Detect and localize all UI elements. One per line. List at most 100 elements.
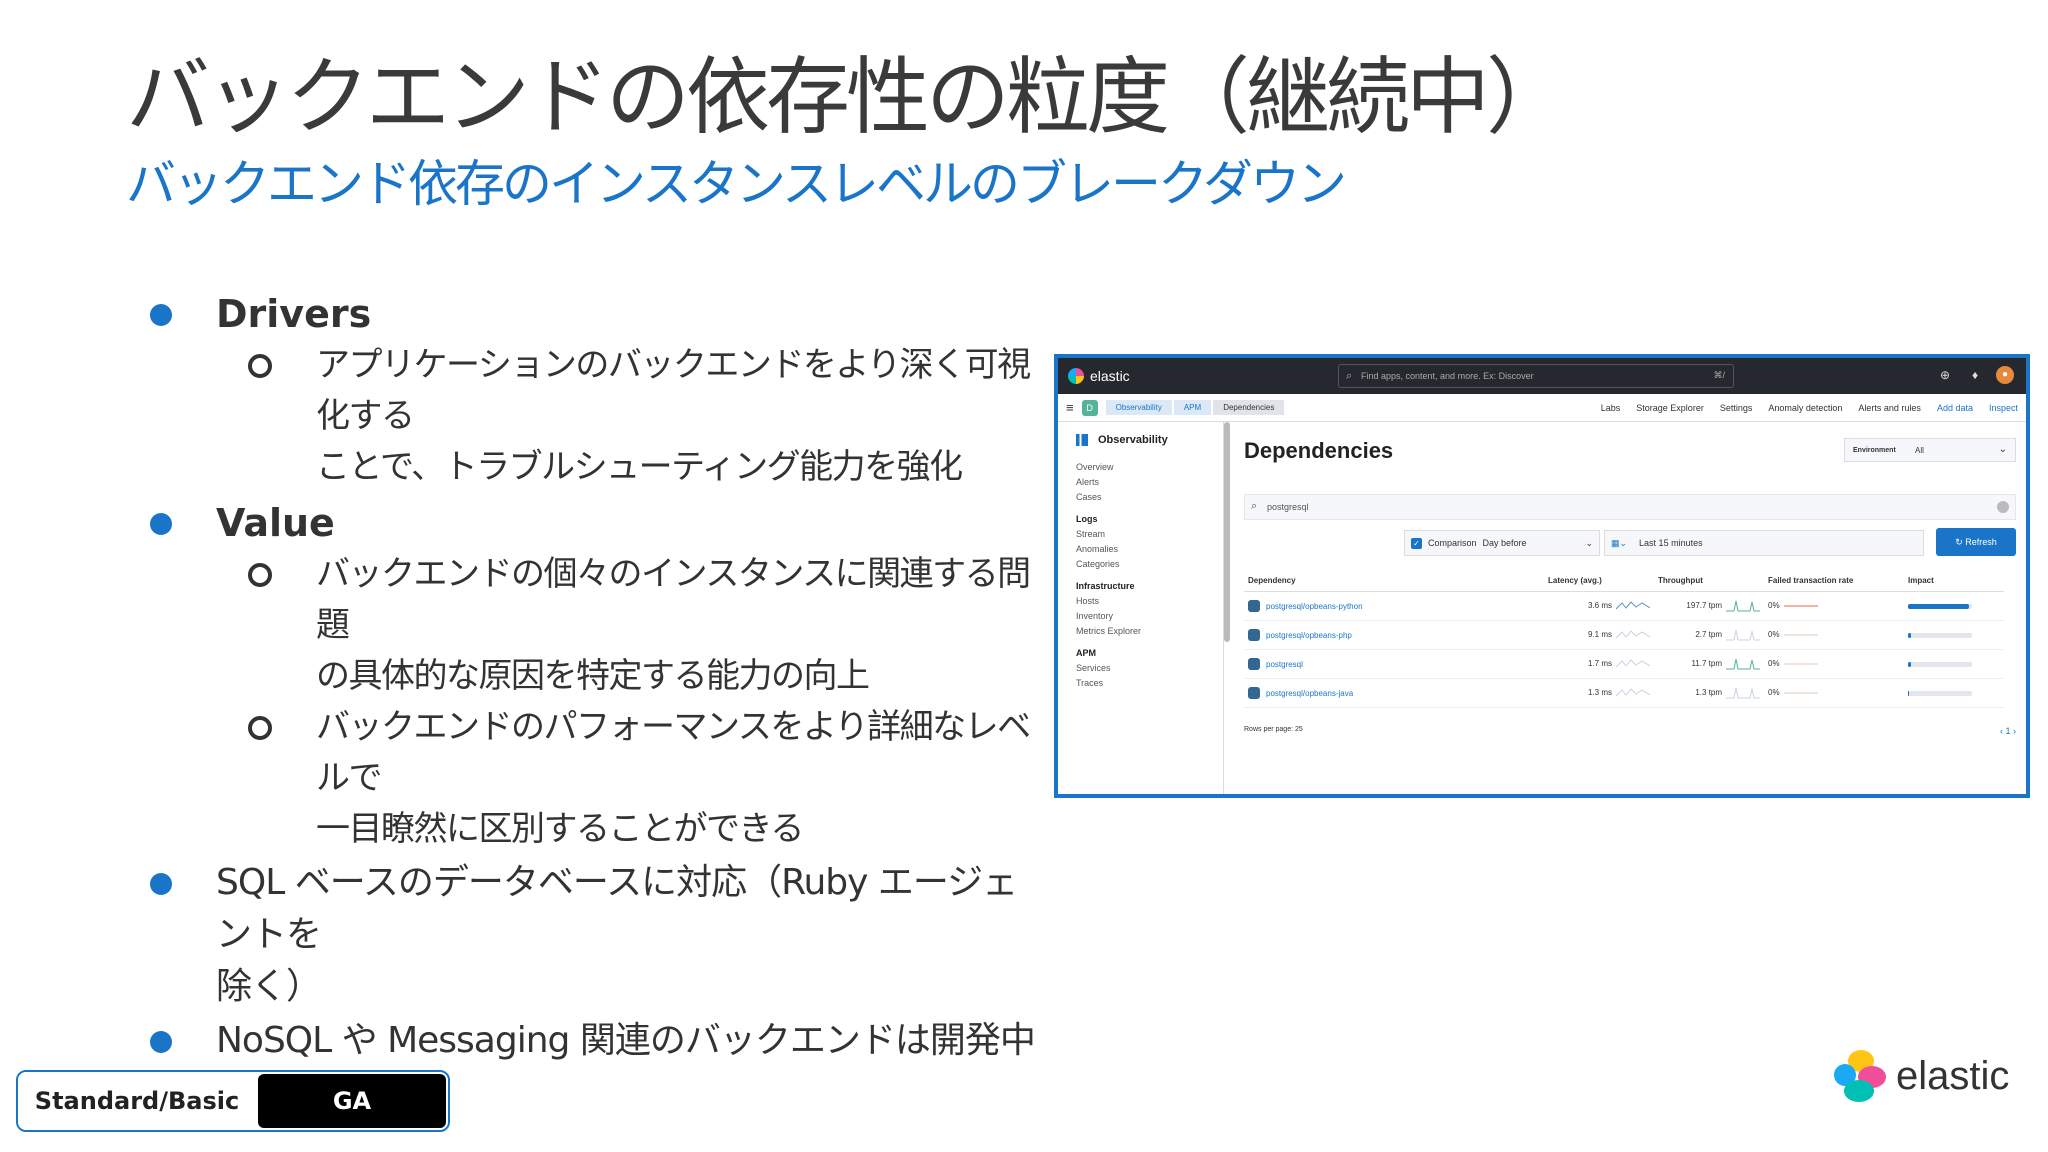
sidebar-item-services[interactable]: Services — [1076, 663, 1205, 673]
dependency-cell[interactable]: postgresql/opbeans-python — [1244, 591, 1544, 621]
impact-cell — [1904, 678, 2004, 708]
sidebar-item-alerts[interactable]: Alerts — [1076, 477, 1205, 487]
nav-add-data[interactable]: Add data — [1937, 403, 1973, 413]
elastic-brand: elastic — [1834, 1050, 2009, 1102]
throughput-sparkline — [1726, 629, 1760, 641]
avatar[interactable]: ● — [1996, 366, 2014, 384]
sub-bullet: バックエンドのパフォーマンスをより詳細なレベルで — [248, 702, 1050, 804]
nav-inspect[interactable]: Inspect — [1989, 403, 2018, 413]
impact-cell — [1904, 649, 2004, 679]
throughput-value: 2.7 tpm — [1695, 630, 1722, 640]
sub-bullet-cont: の具体的な原因を特定する能力の向上 — [316, 651, 1050, 702]
dependency-link[interactable]: postgresql/opbeans-java — [1266, 689, 1353, 698]
nav-labs[interactable]: Labs — [1601, 403, 1621, 413]
global-search[interactable]: ⌕ Find apps, content, and more. Ex: Disc… — [1338, 364, 1734, 388]
news-icon[interactable]: ♦ — [1966, 366, 1984, 384]
latency-cell: 1.3 ms — [1544, 678, 1654, 708]
impact-bar — [1908, 690, 1972, 696]
bullet-label: 除く） — [216, 966, 322, 1007]
failed-rate-sparkline — [1783, 692, 1818, 694]
dependency-cell[interactable]: postgresql/opbeans-java — [1244, 678, 1544, 708]
bullet-dot-icon — [150, 513, 172, 535]
column-header-latency[interactable]: Latency (avg.) — [1544, 572, 1654, 592]
rows-per-page[interactable]: Rows per page: 25 — [1244, 726, 1303, 733]
dependency-link[interactable]: postgresql/opbeans-python — [1266, 602, 1363, 611]
time-picker[interactable]: ▦⌄ Last 15 minutes — [1604, 530, 1924, 556]
throughput-sparkline — [1726, 658, 1760, 670]
dependency-link[interactable]: postgresql/opbeans-php — [1266, 631, 1352, 640]
pagination: ‹ 1 › — [2000, 726, 2016, 736]
sidebar-item-cases[interactable]: Cases — [1076, 492, 1205, 502]
sidebar-item-inventory[interactable]: Inventory — [1076, 611, 1205, 621]
circle-bullet-icon — [248, 716, 272, 740]
environment-select[interactable]: Environment All ⌄ — [1844, 438, 2016, 462]
failed-rate-sparkline — [1783, 605, 1818, 607]
failed-rate-cell: 0% — [1764, 591, 1904, 621]
dependency-cell[interactable]: postgresql — [1244, 649, 1544, 679]
column-header-impact[interactable]: Impact — [1904, 572, 2004, 592]
sidebar-item-stream[interactable]: Stream — [1076, 529, 1205, 539]
release-status: GA — [258, 1074, 446, 1128]
dependency-search-value: postgresql — [1267, 502, 1309, 512]
failed-rate-cell: 0% — [1764, 620, 1904, 650]
table-row[interactable]: postgresql/opbeans-python 3.6 ms 197.7 tpm… — [1244, 591, 2004, 621]
sidebar-item-anomalies[interactable]: Anomalies — [1076, 544, 1205, 554]
checkbox-checked-icon[interactable]: ✓ — [1411, 537, 1422, 549]
refresh-icon: ↻ — [1955, 537, 1966, 547]
elastic-logo-icon — [1834, 1050, 1886, 1102]
environment-value: All — [1915, 446, 1924, 455]
space-avatar[interactable]: D — [1081, 399, 1098, 416]
dependency-search-input[interactable]: ⌕ postgresql — [1244, 494, 2016, 520]
sidebar-section-infrastructure: Infrastructure — [1076, 581, 1135, 591]
comparison-select[interactable]: ✓ Comparison Day before ⌄ — [1404, 530, 1600, 556]
sub-bullet-text: の具体的な原因を特定する能力の向上 — [316, 656, 870, 696]
throughput-value: 11.7 tpm — [1691, 659, 1722, 669]
dependencies-table: Dependency Latency (avg.) Throughput Fai… — [1244, 572, 2004, 708]
postgresql-icon — [1248, 629, 1260, 641]
refresh-button[interactable]: ↻ Refresh — [1936, 528, 2016, 556]
table-row[interactable]: postgresql 1.7 ms 11.7 tpm 0% — [1244, 649, 2004, 679]
sidebar-item-hosts[interactable]: Hosts — [1076, 596, 1205, 606]
column-header-throughput[interactable]: Throughput — [1654, 572, 1764, 592]
bullet-dot-icon — [150, 873, 172, 895]
clear-icon[interactable] — [1997, 501, 2009, 513]
dependency-link[interactable]: postgresql — [1266, 660, 1303, 669]
sidebar-item-metrics-explorer[interactable]: Metrics Explorer — [1076, 626, 1205, 636]
nav-storage-explorer[interactable]: Storage Explorer — [1636, 403, 1704, 413]
column-header-dependency[interactable]: Dependency — [1244, 572, 1544, 592]
breadcrumb-apm[interactable]: APM — [1173, 400, 1212, 415]
impact-fill — [1908, 603, 1969, 609]
sub-bullet-text: ことで、トラブルシューティング能力を強化 — [316, 447, 963, 487]
latency-sparkline — [1616, 601, 1650, 610]
header-icons: ⊕ ♦ ● — [1936, 366, 2014, 384]
sidebar-item-overview[interactable]: Overview — [1076, 462, 1205, 472]
dependency-cell[interactable]: postgresql/opbeans-php — [1244, 620, 1544, 650]
comparison-value: Day before — [1482, 538, 1527, 548]
latency-sparkline — [1616, 688, 1650, 697]
nav-anomaly-detection[interactable]: Anomaly detection — [1768, 403, 1842, 413]
latency-value: 1.3 ms — [1587, 688, 1612, 698]
sidebar-item-categories[interactable]: Categories — [1076, 559, 1205, 569]
throughput-cell: 11.7 tpm — [1654, 649, 1764, 679]
sidebar-scrollbar[interactable] — [1224, 422, 1230, 642]
impact-cell — [1904, 620, 2004, 650]
breadcrumb-observability[interactable]: Observability — [1105, 400, 1172, 415]
time-value: Last 15 minutes — [1639, 538, 1703, 548]
sidebar-section-apm: APM — [1076, 648, 1096, 658]
table-row[interactable]: postgresql/opbeans-php 9.1 ms 2.7 tpm 0% — [1244, 620, 2004, 650]
nav-settings[interactable]: Settings — [1720, 403, 1753, 413]
menu-icon[interactable]: ≡ — [1066, 400, 1074, 415]
calendar-icon[interactable]: ▦⌄ — [1611, 538, 1627, 549]
help-icon[interactable]: ⊕ — [1936, 366, 1954, 384]
page-next-icon[interactable]: › — [2011, 726, 2016, 736]
bullet-dot-icon — [150, 1031, 172, 1053]
column-header-failed-rate[interactable]: Failed transaction rate — [1764, 572, 1904, 592]
failed-rate-sparkline — [1783, 634, 1818, 636]
table-row[interactable]: postgresql/opbeans-java 1.3 ms 1.3 tpm 0% — [1244, 678, 2004, 708]
breadcrumb-dependencies: Dependencies — [1213, 400, 1285, 415]
latency-sparkline — [1616, 659, 1650, 668]
sidebar-item-traces[interactable]: Traces — [1076, 678, 1205, 688]
nav-alerts-and-rules[interactable]: Alerts and rules — [1858, 403, 1921, 413]
throughput-value: 1.3 tpm — [1695, 688, 1722, 698]
throughput-value: 197.7 tpm — [1686, 601, 1722, 611]
